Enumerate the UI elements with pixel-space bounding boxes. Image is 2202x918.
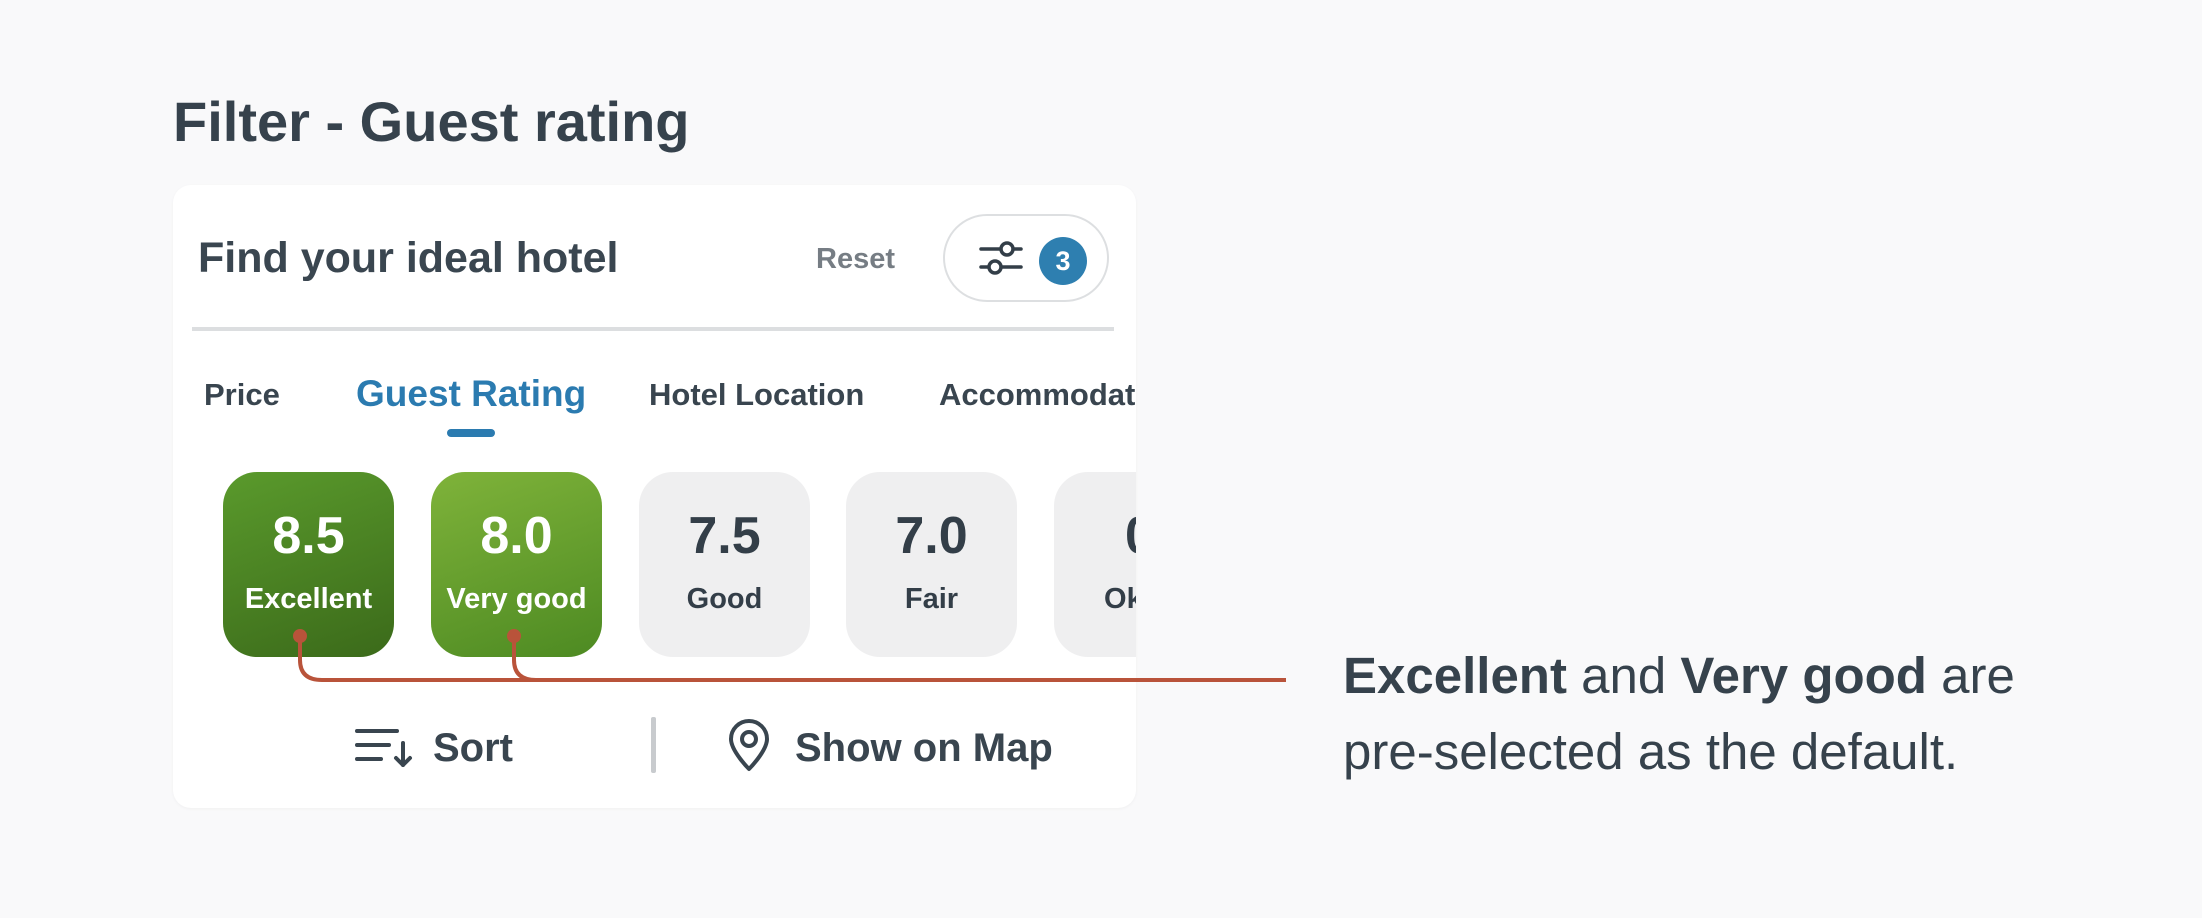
- action-divider: [651, 717, 656, 773]
- rating-option-excellent[interactable]: 8.5 Excellent: [223, 472, 394, 657]
- card-title: Find your ideal hotel: [198, 234, 619, 282]
- rating-value: 8.0: [480, 507, 553, 565]
- rating-label: Good: [686, 583, 763, 615]
- show-on-map-label: Show on Map: [795, 726, 1053, 770]
- sort-icon: [355, 729, 412, 767]
- filter-button[interactable]: 3: [943, 214, 1109, 302]
- hotel-filter-card: Find your ideal hotel Reset 3 Price Gues…: [173, 185, 1136, 808]
- sliders-icon: [979, 241, 1023, 275]
- rating-value: 7.0: [895, 507, 968, 565]
- callout-line-1: Excellent and Very good are: [1343, 638, 2015, 714]
- map-pin-icon: [729, 719, 769, 771]
- reset-button[interactable]: Reset: [816, 241, 895, 277]
- header-divider: [192, 327, 1114, 331]
- rating-option-okay[interactable]: 0 Okay: [1054, 472, 1136, 657]
- callout-and: and: [1566, 647, 1681, 704]
- rating-label: Fair: [904, 583, 959, 615]
- tab-guest-rating[interactable]: Guest Rating: [356, 371, 586, 417]
- tab-price[interactable]: Price: [204, 375, 280, 415]
- filter-count-badge: 3: [1039, 237, 1087, 285]
- rating-option-very-good[interactable]: 8.0 Very good: [431, 472, 602, 657]
- page-title: Filter - Guest rating: [173, 90, 690, 153]
- rating-value: 8.5: [272, 507, 345, 565]
- rating-option-good[interactable]: 7.5 Good: [639, 472, 810, 657]
- callout-note: Excellent and Very good are pre-selected…: [1343, 638, 2015, 790]
- rating-option-fair[interactable]: 7.0 Fair: [846, 472, 1017, 657]
- rating-label: Very good: [446, 583, 587, 615]
- tab-accommodation[interactable]: Accommodat: [939, 375, 1135, 415]
- rating-label: Excellent: [244, 583, 373, 615]
- rating-value: 0: [1054, 506, 1136, 566]
- callout-very-good: Very good: [1680, 647, 1927, 704]
- rating-label: Okay: [1104, 583, 1136, 615]
- callout-line-2: pre-selected as the default.: [1343, 723, 1959, 780]
- active-tab-indicator: [447, 429, 495, 437]
- rating-value: 7.5: [688, 507, 761, 565]
- callout-are: are: [1926, 647, 2015, 704]
- sort-label: Sort: [433, 726, 513, 770]
- callout-excellent: Excellent: [1343, 647, 1567, 704]
- tab-hotel-location[interactable]: Hotel Location: [649, 375, 864, 415]
